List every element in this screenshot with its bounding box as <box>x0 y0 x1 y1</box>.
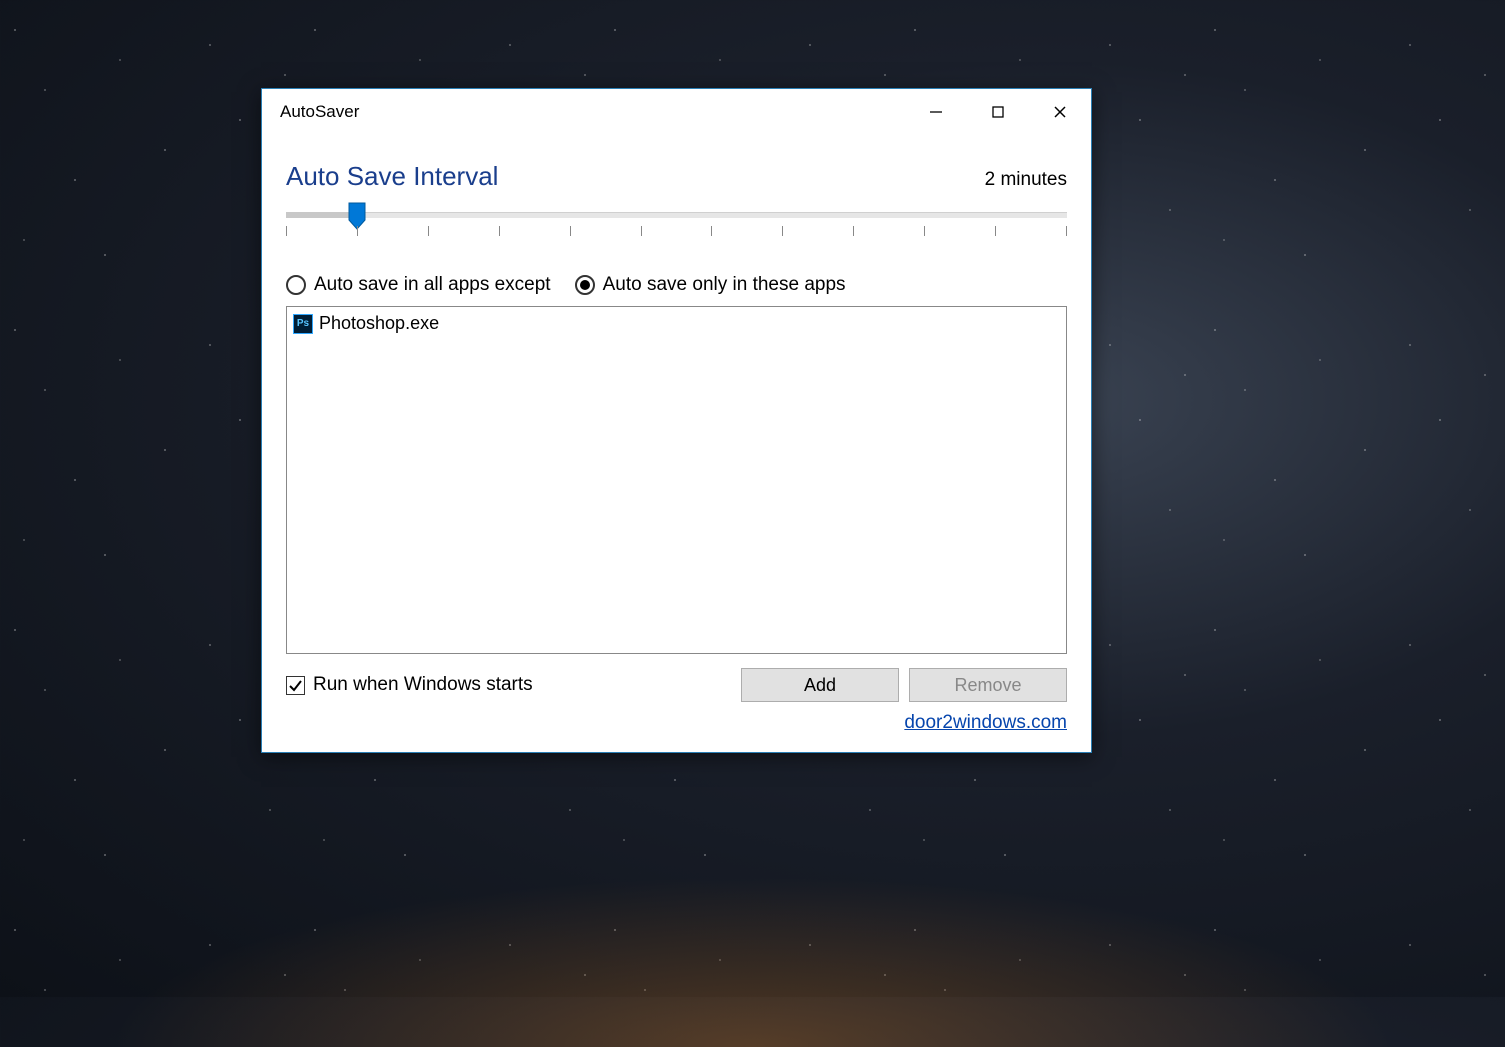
photoshop-icon: Ps <box>293 314 313 334</box>
slider-tick <box>853 226 854 236</box>
interval-value: 2 minutes <box>985 169 1067 191</box>
slider-tick <box>286 226 287 236</box>
startup-label: Run when Windows starts <box>313 674 533 696</box>
window-controls <box>905 89 1091 135</box>
slider-tick <box>782 226 783 236</box>
slider-track <box>286 212 1067 218</box>
remove-button[interactable]: Remove <box>909 668 1067 702</box>
radio-only-label: Auto save only in these apps <box>603 274 846 296</box>
slider-tick <box>428 226 429 236</box>
window-title: AutoSaver <box>280 102 905 122</box>
interval-header: Auto Save Interval 2 minutes <box>286 161 1067 192</box>
radio-only[interactable]: Auto save only in these apps <box>575 274 846 296</box>
interval-heading: Auto Save Interval <box>286 161 498 192</box>
slider-tick <box>1066 226 1067 236</box>
interval-slider[interactable] <box>286 204 1067 246</box>
slider-ticks <box>286 226 1067 238</box>
radio-icon <box>575 275 595 295</box>
checkbox-icon <box>286 676 305 695</box>
slider-tick <box>499 226 500 236</box>
slider-tick <box>995 226 996 236</box>
apps-list[interactable]: Ps Photoshop.exe <box>286 306 1067 654</box>
mode-radio-group: Auto save in all apps except Auto save o… <box>286 274 1067 296</box>
close-icon <box>1052 104 1068 120</box>
minimize-button[interactable] <box>905 89 967 135</box>
slider-tick <box>924 226 925 236</box>
slider-tick <box>641 226 642 236</box>
slider-tick <box>570 226 571 236</box>
startup-checkbox[interactable]: Run when Windows starts <box>286 674 731 696</box>
radio-except-label: Auto save in all apps except <box>314 274 551 296</box>
content-area: Auto Save Interval 2 minutes Auto save i… <box>262 135 1091 752</box>
slider-tick <box>711 226 712 236</box>
radio-except[interactable]: Auto save in all apps except <box>286 274 551 296</box>
maximize-icon <box>991 105 1005 119</box>
list-item[interactable]: Ps Photoshop.exe <box>291 311 1062 336</box>
slider-fill <box>286 212 357 218</box>
slider-tick <box>357 226 358 236</box>
add-button[interactable]: Add <box>741 668 899 702</box>
bottom-row: Run when Windows starts Add Remove <box>286 668 1067 702</box>
autosaver-window: AutoSaver Auto Save Interval 2 minutes <box>261 88 1092 753</box>
maximize-button[interactable] <box>967 89 1029 135</box>
radio-icon <box>286 275 306 295</box>
website-link[interactable]: door2windows.com <box>904 712 1067 733</box>
app-name: Photoshop.exe <box>319 313 439 334</box>
link-row: door2windows.com <box>286 712 1067 734</box>
close-button[interactable] <box>1029 89 1091 135</box>
minimize-icon <box>929 105 943 119</box>
titlebar[interactable]: AutoSaver <box>262 89 1091 135</box>
